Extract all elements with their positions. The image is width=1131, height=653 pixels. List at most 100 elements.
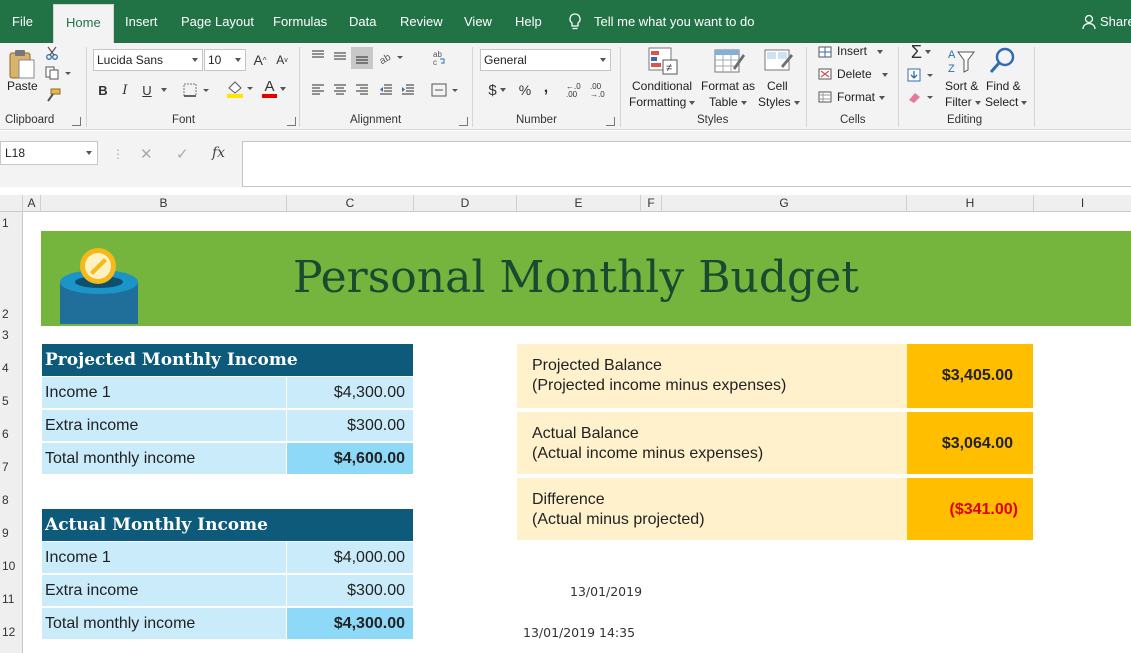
decrease-decimal-button[interactable]: .00 →.0 — [590, 83, 610, 99]
row-header-11[interactable]: 11 — [0, 592, 23, 606]
clipboard-launcher-icon[interactable] — [72, 117, 81, 126]
format-as-table-icon[interactable] — [712, 45, 746, 77]
shrink-font-icon[interactable]: Av — [273, 51, 291, 69]
font-size-dropdown[interactable]: 10 — [204, 49, 246, 71]
decrease-indent-icon[interactable] — [378, 83, 394, 97]
row-label[interactable]: Income 1 — [42, 542, 286, 573]
insert-cells-button[interactable]: Insert — [837, 44, 884, 58]
projected-balance-label[interactable]: Projected Balance (Projected income minu… — [517, 344, 907, 408]
tab-view[interactable]: View — [464, 0, 492, 43]
delete-cells-icon[interactable] — [817, 67, 833, 81]
align-left-icon[interactable] — [310, 83, 326, 97]
actual-income-heading[interactable]: Actual Monthly Income — [42, 509, 413, 541]
row-label[interactable]: Extra income — [42, 410, 286, 441]
paste-icon[interactable] — [6, 47, 38, 81]
italic-button[interactable]: I — [117, 81, 133, 99]
sort-filter-button[interactable]: Filter — [945, 95, 981, 109]
difference-label[interactable]: Difference (Actual minus projected) — [517, 476, 907, 540]
align-top-icon[interactable] — [310, 49, 326, 63]
fill-color-icon[interactable] — [224, 79, 256, 99]
sort-filter-line1[interactable]: Sort & — [945, 79, 978, 93]
increase-decimal-button[interactable]: ←.0 .00 — [566, 83, 586, 99]
cell-styles-button[interactable]: Styles — [758, 95, 800, 109]
increase-indent-icon[interactable] — [400, 83, 416, 97]
format-cells-button[interactable]: Format — [837, 90, 886, 104]
column-header-f[interactable]: F — [641, 195, 662, 212]
clear-icon[interactable] — [906, 89, 936, 105]
row-header-3[interactable]: 3 — [0, 328, 23, 342]
column-header-h[interactable]: H — [907, 195, 1034, 212]
grow-font-icon[interactable]: A ^ — [251, 51, 269, 69]
underline-button[interactable]: U — [139, 81, 155, 99]
format-painter-icon[interactable] — [44, 87, 62, 103]
row-label[interactable]: Total monthly income — [42, 443, 286, 474]
number-launcher-icon[interactable] — [606, 117, 615, 126]
number-format-dropdown[interactable]: General — [480, 49, 611, 71]
insert-cells-icon[interactable] — [817, 45, 833, 59]
cell-styles-icon[interactable] — [762, 45, 796, 77]
row-label[interactable]: Extra income — [42, 575, 286, 606]
tab-formulas[interactable]: Formulas — [273, 0, 327, 43]
difference-value[interactable]: ($341.00) — [907, 476, 1033, 540]
format-cells-icon[interactable] — [817, 90, 833, 104]
projected-income-heading[interactable]: Projected Monthly Income — [42, 344, 413, 376]
row-header-10[interactable]: 10 — [0, 559, 23, 573]
merge-center-icon[interactable] — [430, 81, 460, 99]
row-header-4[interactable]: 4 — [0, 361, 23, 375]
tell-me-box[interactable]: Tell me what you want to do — [568, 0, 754, 43]
row-value[interactable]: $4,300.00 — [287, 377, 413, 408]
projected-balance-value[interactable]: $3,405.00 — [907, 344, 1033, 408]
cancel-entry-icon[interactable]: ✕ — [140, 145, 153, 163]
formula-input[interactable] — [242, 141, 1131, 187]
align-middle-icon[interactable] — [332, 49, 348, 63]
format-as-table-line1[interactable]: Format as — [701, 79, 755, 93]
row-value[interactable]: $300.00 — [287, 410, 413, 441]
tab-help[interactable]: Help — [515, 0, 542, 43]
alignment-launcher-icon[interactable] — [459, 117, 468, 126]
bold-button[interactable]: B — [95, 81, 111, 99]
datetime-cell[interactable]: 13/01/2019 14:35 — [523, 625, 635, 640]
tab-data[interactable]: Data — [349, 0, 376, 43]
date-cell[interactable]: 13/01/2019 — [570, 584, 642, 599]
autosum-icon[interactable]: Σ — [906, 42, 936, 62]
column-header-b[interactable]: B — [41, 195, 287, 212]
name-box[interactable]: L18 — [0, 141, 98, 165]
share-button[interactable]: Share — [1082, 0, 1131, 43]
select-all-corner[interactable] — [0, 195, 23, 212]
font-color-icon[interactable]: A — [258, 79, 290, 99]
format-as-table-button[interactable]: Table — [709, 95, 747, 109]
currency-button[interactable]: $ — [484, 81, 510, 99]
row-value[interactable]: $4,300.00 — [287, 608, 413, 639]
column-header-i[interactable]: I — [1034, 195, 1131, 212]
cell-styles-line1[interactable]: Cell — [767, 79, 788, 93]
row-label[interactable]: Total monthly income — [42, 608, 286, 639]
column-header-a[interactable]: A — [23, 195, 41, 212]
row-header-2[interactable]: 2 — [0, 307, 23, 321]
row-header-5[interactable]: 5 — [0, 394, 23, 408]
column-header-c[interactable]: C — [287, 195, 414, 212]
align-center-icon[interactable] — [332, 83, 348, 97]
percent-button[interactable]: % — [518, 81, 532, 99]
conditional-formatting-button[interactable]: Formatting — [629, 95, 696, 109]
orientation-icon[interactable]: ab — [378, 49, 406, 65]
find-select-line1[interactable]: Find & — [986, 79, 1021, 93]
more-options-icon[interactable]: ⋮ — [112, 147, 124, 161]
sort-filter-icon[interactable]: AZ — [945, 45, 977, 77]
cut-icon[interactable] — [44, 45, 60, 61]
underline-dropdown-icon[interactable] — [157, 81, 167, 99]
column-header-g[interactable]: G — [662, 195, 907, 212]
actual-balance-value[interactable]: $3,064.00 — [907, 410, 1033, 474]
align-bottom-icon[interactable] — [351, 47, 373, 69]
tab-review[interactable]: Review — [400, 0, 443, 43]
find-select-icon[interactable] — [987, 45, 1019, 77]
fill-icon[interactable] — [906, 67, 936, 83]
actual-balance-label[interactable]: Actual Balance (Actual income minus expe… — [517, 410, 907, 474]
borders-icon[interactable] — [182, 81, 212, 99]
find-select-button[interactable]: Select — [985, 95, 1028, 109]
row-header-7[interactable]: 7 — [0, 460, 23, 474]
tab-page-layout[interactable]: Page Layout — [181, 0, 254, 43]
conditional-formatting-line1[interactable]: Conditional — [632, 79, 692, 93]
comma-style-button[interactable]: , — [540, 79, 552, 97]
row-value[interactable]: $4,600.00 — [287, 443, 413, 474]
delete-cells-button[interactable]: Delete — [837, 67, 888, 81]
